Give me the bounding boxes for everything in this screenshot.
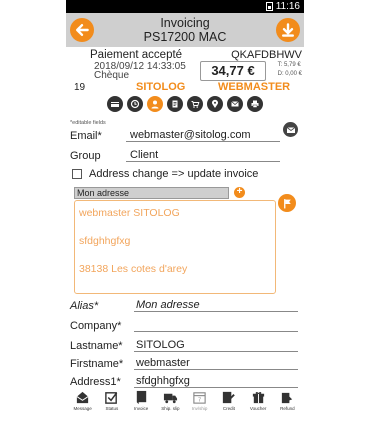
print-icon[interactable] [247, 96, 263, 112]
refund-icon [281, 392, 293, 404]
toolbar-label: Inv/ship [191, 406, 208, 411]
alias-label: Alias* [70, 300, 99, 312]
toolbar-label: Credit [222, 406, 235, 411]
flag-button[interactable] [278, 194, 296, 212]
status-bar: 11:16 [66, 0, 304, 13]
refund-button[interactable]: Refund [275, 390, 299, 423]
address-change-checkbox[interactable]: Address change => update invoice [72, 168, 258, 180]
download-button[interactable] [276, 18, 300, 42]
firstname-field[interactable]: webmaster [134, 357, 298, 370]
credit-button[interactable]: Credit [217, 390, 241, 423]
battery-icon [265, 2, 273, 11]
company-row: Company* [70, 316, 298, 332]
tax-total: T: 5,79 € [277, 62, 301, 68]
firstname-row: Firstname* webmaster [70, 354, 298, 370]
customer-icon[interactable] [147, 96, 163, 112]
truck-icon [163, 393, 177, 404]
docs-icon[interactable] [167, 96, 183, 112]
order-id: 19 [74, 82, 86, 93]
invoice-icon [136, 390, 146, 405]
lastname-field[interactable]: SITOLOG [134, 339, 298, 352]
app-header: Invoicing PS17200 MAC [66, 13, 304, 47]
address-line: webmaster SITOLOG [79, 207, 180, 219]
location-icon[interactable] [207, 96, 223, 112]
cart-icon[interactable] [187, 96, 203, 112]
address-change-label: Address change => update invoice [89, 168, 259, 180]
order-reference: QKAFDBHWV [231, 49, 302, 61]
back-button[interactable] [70, 18, 94, 42]
page-subtitle: PS17200 MAC [143, 30, 227, 44]
history-icon[interactable] [127, 96, 143, 112]
order-info: Paiement accepté QKAFDBHWV 2018/09/12 14… [66, 47, 304, 97]
alias-row: Alias* Mon adresse [70, 296, 298, 312]
payment-icon[interactable] [107, 96, 123, 112]
toolbar-label: Voucher [249, 406, 267, 411]
toolbar-label: Refund [280, 406, 295, 411]
email-field[interactable]: webmaster@sitolog.com [126, 129, 280, 142]
header-titles: Invoicing PS17200 MAC [144, 16, 227, 44]
lastname-row: Lastname* SITOLOG [70, 336, 298, 352]
email-label: Email* [70, 130, 102, 142]
svg-text:7: 7 [198, 398, 201, 404]
invoice-button[interactable]: Invoice [129, 390, 153, 423]
add-address-button[interactable]: + [234, 187, 245, 198]
company-field[interactable] [134, 331, 298, 332]
payment-method: Chèque [94, 70, 130, 81]
left-gutter [0, 0, 66, 423]
status-time: 11:16 [275, 1, 300, 12]
order-amount: 34,77 € [200, 61, 266, 81]
page-title: Invoicing [160, 16, 210, 30]
messages-icon[interactable] [227, 96, 243, 112]
voucher-icon [252, 392, 264, 404]
address-preview: webmaster SITOLOG sfdghhgfxg 38138 Les c… [74, 200, 276, 294]
shop-name[interactable]: SITOLOG [136, 81, 185, 93]
status-button[interactable]: Status [100, 390, 124, 423]
discount-total: D: 0,00 € [277, 71, 302, 77]
group-field[interactable]: Client [126, 149, 280, 162]
envelope-icon [76, 391, 89, 404]
inv-ship-button[interactable]: 7 Inv/ship [188, 390, 212, 423]
flag-icon [283, 198, 291, 208]
address-line: 38138 Les cotes d'arey [79, 263, 188, 275]
bottom-toolbar: Message Status Invoice Ship. slip 7 Inv/… [66, 390, 304, 423]
lastname-label: Lastname* [70, 340, 123, 352]
order-taxes: T: 5,79 € D: 0,00 € [278, 61, 302, 79]
firstname-label: Firstname* [70, 358, 124, 370]
arrow-left-icon [76, 24, 89, 36]
customer-name[interactable]: WEBMASTER [218, 81, 290, 93]
toolbar-label: Invoice [133, 406, 149, 411]
address1-row: Address1* sfdghhgfxg [70, 372, 298, 388]
alias-field[interactable]: Mon adresse [134, 299, 298, 312]
voucher-button[interactable]: Voucher [246, 390, 270, 423]
toolbar-label: Message [73, 406, 92, 411]
credit-icon [223, 391, 236, 404]
toolbar-label: Ship. slip [161, 406, 180, 411]
message-button[interactable]: Message [71, 390, 95, 423]
email-row: Email* webmaster@sitolog.com [70, 126, 280, 142]
calendar-icon: 7 [193, 392, 206, 404]
section-icon-bar [66, 96, 304, 116]
email-icon [286, 126, 295, 133]
group-row: Group Client [70, 146, 280, 162]
shipping-slip-button[interactable]: Ship. slip [158, 390, 182, 423]
group-label: Group [70, 150, 101, 162]
address-line: sfdghhgfxg [79, 235, 131, 247]
checkbox-icon [72, 169, 82, 179]
order-status: Paiement accepté [90, 49, 183, 61]
send-email-button[interactable] [283, 122, 298, 137]
download-icon [282, 23, 294, 37]
company-label: Company* [70, 320, 122, 332]
address1-label: Address1* [70, 376, 121, 388]
right-gutter [304, 0, 370, 423]
toolbar-label: Status [105, 406, 119, 411]
address-select[interactable]: Mon adresse [74, 187, 229, 199]
checkbox-icon [105, 392, 118, 404]
address1-field[interactable]: sfdghhgfxg [134, 375, 298, 388]
